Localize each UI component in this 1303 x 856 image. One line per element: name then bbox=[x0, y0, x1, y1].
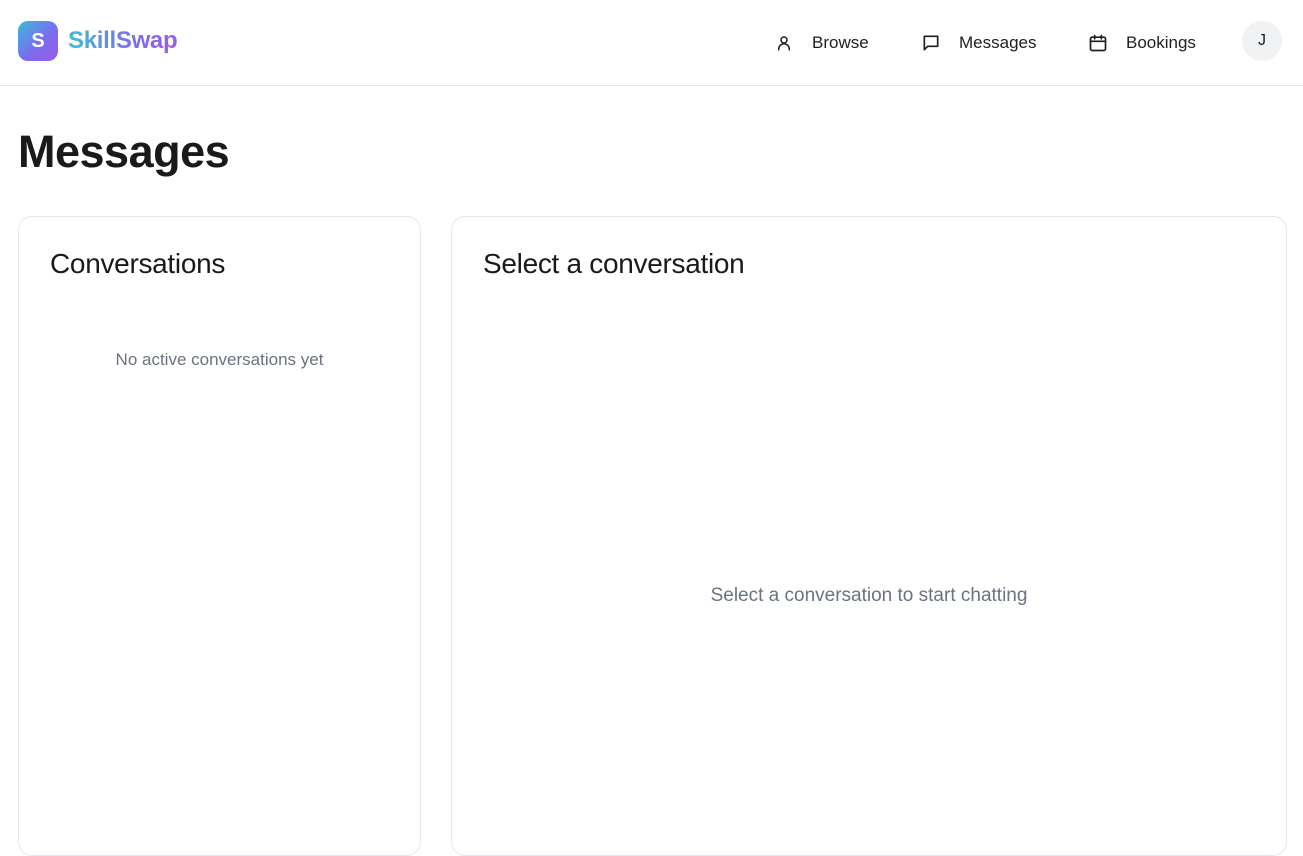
page-title: Messages bbox=[18, 126, 230, 177]
conversations-empty-state: No active conversations yet bbox=[115, 350, 324, 369]
brand-name: SkillSwap bbox=[68, 27, 178, 54]
chat-panel: Select a conversation Select a conversat… bbox=[451, 216, 1287, 856]
nav-item-label: Bookings bbox=[1126, 33, 1196, 52]
chat-panel-title: Select a conversation bbox=[483, 248, 745, 279]
conversations-title: Conversations bbox=[50, 248, 226, 279]
nav-item-bookings[interactable]: Bookings bbox=[1087, 0, 1196, 86]
chat-bubble-icon bbox=[920, 32, 942, 54]
user-avatar-button[interactable]: J bbox=[1242, 21, 1282, 61]
user-icon bbox=[773, 32, 795, 54]
chat-empty-state: Select a conversation to start chatting bbox=[710, 585, 1028, 606]
brand-logo-link[interactable]: S SkillSwap bbox=[18, 21, 178, 61]
nav-item-label: Browse bbox=[812, 33, 869, 52]
calendar-icon bbox=[1087, 32, 1109, 54]
conversations-panel: Conversations No active conversations ye… bbox=[18, 216, 421, 856]
nav-item-browse[interactable]: Browse bbox=[773, 0, 869, 86]
top-navbar: S SkillSwap Browse Messages Bookings J bbox=[0, 0, 1303, 86]
logo-mark: S bbox=[18, 21, 58, 61]
nav-item-label: Messages bbox=[959, 33, 1037, 52]
nav-item-messages[interactable]: Messages bbox=[920, 0, 1036, 86]
